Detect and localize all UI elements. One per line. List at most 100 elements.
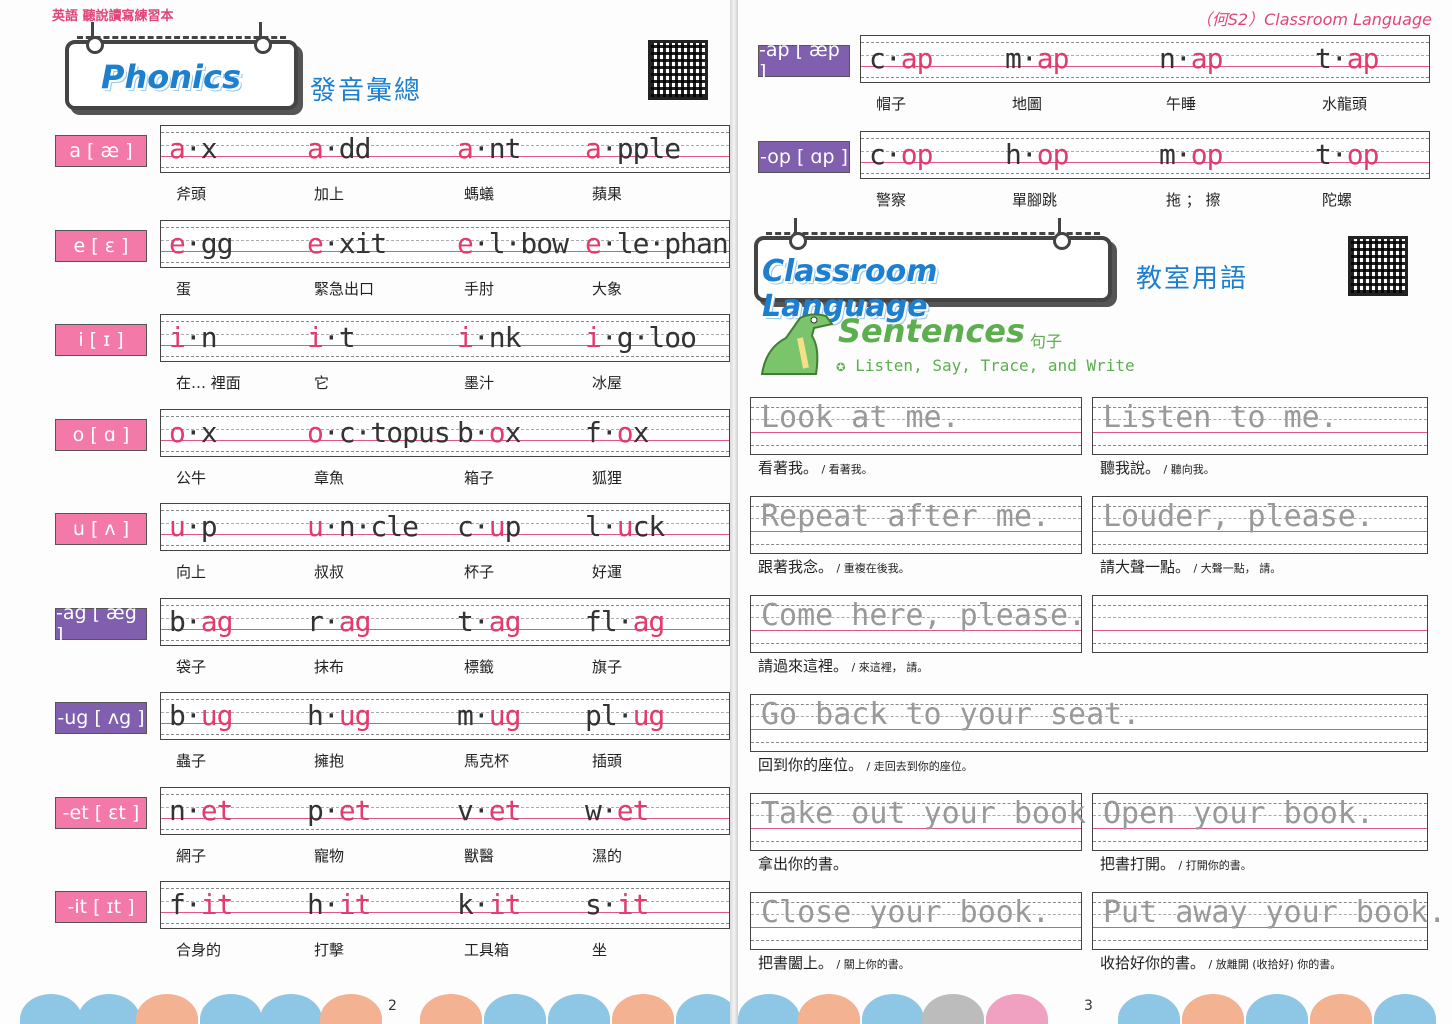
- sound-tag: -et [ ɛt ]: [55, 796, 147, 829]
- word-suffix: ck: [632, 510, 666, 543]
- sentence-text: Close your book.: [761, 895, 1050, 930]
- word-sound: ap: [1190, 42, 1224, 75]
- word-translation: 墨汁: [464, 374, 495, 392]
- sentence-tracing-box[interactable]: Repeat after me.: [750, 496, 1082, 554]
- translation-main: 把書闔上。: [758, 954, 834, 972]
- sentence-tracing-box[interactable]: [1092, 595, 1428, 653]
- word-prefix: n·: [1159, 42, 1192, 75]
- word-prefix: h·: [307, 888, 340, 921]
- tracing-box[interactable]: c·ap m·ap n·ap t·ap: [860, 35, 1430, 83]
- guide-line: [751, 742, 1427, 743]
- sentence-tracing-box[interactable]: Louder, please.: [1092, 496, 1428, 554]
- word-sound: o: [488, 415, 506, 449]
- practice-word: o·x: [169, 415, 218, 449]
- word-suffix: ·x: [184, 415, 218, 449]
- word-translation: 獸醫: [464, 846, 495, 865]
- practice-word: n·et: [169, 794, 233, 827]
- practice-word: t·ap: [1315, 42, 1379, 75]
- instruction: ✪ Listen, Say, Trace, and Write: [836, 356, 1135, 375]
- practice-word: c·op: [869, 138, 934, 171]
- sound-tag: -op [ ɑp ]: [758, 141, 850, 173]
- tracing-box[interactable]: i·n i·t i·nk i·g·loo: [160, 314, 730, 362]
- practice-word: t·ag: [457, 605, 521, 638]
- classroom-title-zh: 教室用語: [1136, 264, 1249, 294]
- practice-word: h·op: [1005, 138, 1069, 171]
- phonics-title-sign: Phonics: [65, 22, 298, 110]
- word-sound: op: [900, 138, 934, 171]
- practice-word: k·it: [457, 888, 522, 921]
- word-translation: 蘋果: [592, 185, 623, 203]
- tracing-box[interactable]: n·et p·et v·et w·et: [160, 786, 730, 835]
- word-suffix: ·pple: [600, 132, 681, 165]
- qr-code-icon-2[interactable]: [1348, 236, 1408, 296]
- qr-code-icon[interactable]: [648, 40, 708, 100]
- sentence-tracing-box[interactable]: Go back to your seat.: [750, 694, 1428, 752]
- word-translation: 陀螺: [1322, 191, 1353, 209]
- word-prefix: pl·: [585, 699, 634, 732]
- sentence-tracing-box[interactable]: Listen to me.: [1092, 397, 1428, 455]
- sentence-translation: 把書打開。 / 打開你的書。: [1100, 853, 1252, 874]
- word-sound: it: [616, 888, 650, 921]
- word-sound: ug: [200, 699, 234, 732]
- word-translation: 拖 ； 擦: [1166, 191, 1221, 209]
- translation-main: 跟著我念。: [758, 558, 834, 576]
- practice-word: e·le·phant: [585, 227, 730, 260]
- tracing-box[interactable]: u·p u·n·cle c·up l·uck: [160, 503, 730, 551]
- left-page: 英語 聽說讀寫練習本 Phonics 發音彙總 a [ æ ] a·x a·dd a·…: [0, 0, 730, 1024]
- classroom-title-sign: Classroom Language: [754, 218, 1112, 324]
- guide-line: [1093, 940, 1427, 941]
- practice-word: u·n·cle: [307, 510, 419, 543]
- sentence-tracing-box[interactable]: Open your book.: [1092, 793, 1428, 851]
- word-sound: ag: [632, 604, 666, 638]
- word-translation: 擁抱: [314, 752, 345, 770]
- word-translation: 網子: [176, 846, 207, 865]
- guide-line: [161, 734, 729, 735]
- tracing-box[interactable]: e·gg e·xit e·l·bow e·le·phant: [160, 219, 730, 268]
- word-sound: i: [307, 321, 324, 354]
- guide-line: [861, 173, 1429, 174]
- word-suffix: ·x: [184, 132, 218, 165]
- word-sound: it: [488, 888, 522, 921]
- word-sound: op: [1190, 138, 1224, 171]
- translation-main: 請大聲一點。: [1100, 558, 1191, 576]
- sentences-title-zh: 句子: [1030, 332, 1063, 351]
- tracing-box[interactable]: b·ug h·ug m·ug pl·ug: [160, 692, 730, 740]
- word-sound: o: [169, 415, 186, 449]
- sentence-tracing-box[interactable]: Put away your book.: [1092, 892, 1446, 950]
- word-prefix: r·: [307, 604, 340, 638]
- bullet-icon: ✪: [836, 356, 856, 375]
- sentence-tracing-box[interactable]: Look at me.: [750, 397, 1082, 455]
- sentence-translation: 跟著我念。 / 重複在後我。: [758, 556, 910, 577]
- sound-tag: -it [ ɪt ]: [55, 891, 147, 923]
- sentence-tracing-box[interactable]: Take out your book.: [750, 793, 1104, 851]
- translation-literal: / 打開你的書。: [1175, 859, 1252, 872]
- instruction-text: Listen, Say, Trace, and Write: [855, 356, 1135, 375]
- word-suffix: ·nt: [472, 132, 522, 165]
- word-prefix: s·: [585, 888, 618, 921]
- word-sound: it: [338, 888, 372, 921]
- word-translation: 杯子: [464, 563, 495, 581]
- sentence-tracing-box[interactable]: Come here, please.: [750, 595, 1086, 653]
- tracing-box[interactable]: b·ag r·ag t·ag fl·ag: [160, 597, 730, 646]
- guide-line: [1093, 605, 1427, 606]
- guide-line: [1093, 841, 1427, 842]
- guide-line: [161, 923, 729, 924]
- translation-literal: / 重複在後我。: [833, 562, 910, 575]
- word-suffix: ·l·bow: [472, 226, 569, 260]
- word-suffix: ·gg: [184, 226, 234, 260]
- practice-word: m·ap: [1005, 42, 1069, 75]
- sentence-tracing-box[interactable]: Close your book.: [750, 892, 1082, 950]
- tracing-box[interactable]: f·it h·it k·it s·it: [160, 881, 730, 929]
- sound-tag: -ug [ ʌg ]: [55, 702, 147, 734]
- sentence-text: Come here, please.: [761, 598, 1087, 633]
- tracing-box[interactable]: a·x a·dd a·nt a·pple: [160, 125, 730, 173]
- tracing-box[interactable]: c·op h·op m·op t·op: [860, 131, 1430, 179]
- tracing-box[interactable]: o·x o·c·topus b·ox f·ox: [160, 408, 730, 457]
- word-translation: 濕的: [592, 846, 623, 865]
- sentence-translation: 回到你的座位。 / 走回去到你的座位。: [758, 754, 973, 775]
- word-sound: ap: [900, 42, 934, 75]
- word-sound: e: [169, 226, 186, 260]
- word-prefix: f·: [169, 888, 202, 921]
- word-sound: e: [585, 226, 602, 260]
- word-translation: 水龍頭: [1322, 95, 1368, 113]
